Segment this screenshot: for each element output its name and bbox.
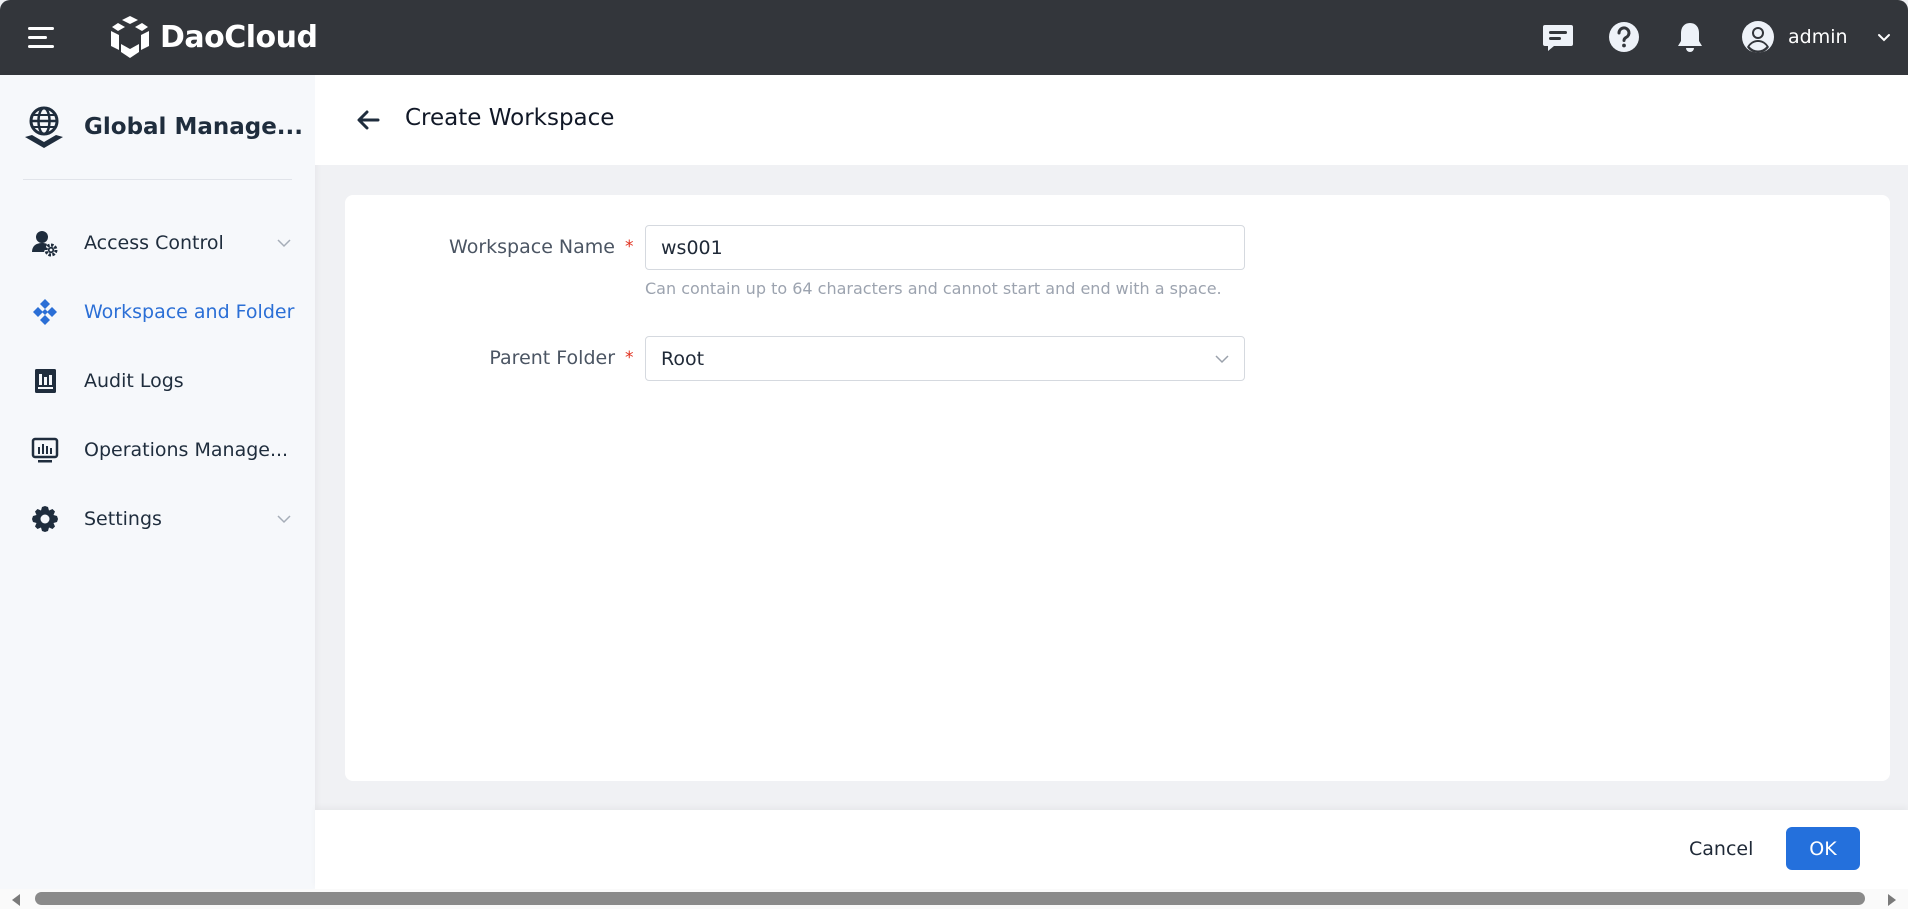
scroll-left-arrow-icon[interactable] xyxy=(12,894,20,906)
sidebar-item-label: Operations Manage... xyxy=(84,439,289,461)
gear-icon xyxy=(30,504,60,534)
daocloud-logo-icon xyxy=(111,16,149,58)
parent-folder-select[interactable]: Root xyxy=(645,336,1245,381)
form-footer: Cancel OK xyxy=(315,810,1908,889)
form-card: Workspace Name * Can contain up to 64 ch… xyxy=(345,195,1890,781)
sidebar-item-workspace-and-folder[interactable]: Workspace and Folder xyxy=(0,284,315,340)
operations-monitor-icon xyxy=(30,435,60,465)
ok-button[interactable]: OK xyxy=(1786,827,1860,870)
sidebar-item-label: Audit Logs xyxy=(84,370,184,392)
workspace-name-hint: Can contain up to 64 characters and cann… xyxy=(645,279,1222,298)
sidebar-item-settings[interactable]: Settings xyxy=(0,491,315,547)
message-icon[interactable] xyxy=(1540,19,1576,55)
parent-folder-value: Root xyxy=(661,347,705,370)
user-menu[interactable]: admin xyxy=(1740,19,1892,55)
workspace-name-row: Workspace Name * xyxy=(345,225,1345,270)
brand-name: DaoCloud xyxy=(160,19,318,55)
required-mark: * xyxy=(625,237,634,257)
workspace-icon xyxy=(30,297,60,327)
user-gear-icon xyxy=(30,228,60,258)
sidebar-item-access-control[interactable]: Access Control xyxy=(0,215,315,271)
top-navbar: DaoCloud admin xyxy=(0,0,1908,75)
username: admin xyxy=(1788,26,1848,48)
sidebar-module-title: Global Manage... xyxy=(24,105,303,149)
sidebar-item-operations-management[interactable]: Operations Manage... xyxy=(0,422,315,478)
help-icon[interactable] xyxy=(1606,19,1642,55)
menu-icon[interactable] xyxy=(28,27,56,49)
parent-folder-label: Parent Folder xyxy=(489,347,615,369)
scroll-right-arrow-icon[interactable] xyxy=(1888,894,1896,906)
back-arrow-icon[interactable] xyxy=(353,107,383,133)
required-mark: * xyxy=(625,348,634,368)
sidebar-title: Global Manage... xyxy=(84,114,304,140)
cancel-button[interactable]: Cancel xyxy=(1679,827,1763,870)
brand-logo[interactable]: DaoCloud xyxy=(108,14,318,60)
horizontal-scrollbar[interactable] xyxy=(0,889,1908,909)
scrollbar-thumb[interactable] xyxy=(35,892,1865,905)
audit-log-icon xyxy=(30,366,60,396)
workspace-name-label: Workspace Name xyxy=(449,236,615,258)
sidebar-item-label: Access Control xyxy=(84,232,224,254)
bell-icon[interactable] xyxy=(1672,19,1708,55)
page-title: Create Workspace xyxy=(405,105,615,131)
user-avatar-icon xyxy=(1742,21,1774,54)
workspace-name-input[interactable] xyxy=(645,225,1245,270)
sidebar-divider xyxy=(23,179,292,180)
sidebar: Global Manage... Access Control Workspac… xyxy=(0,75,315,889)
chevron-down-icon xyxy=(277,239,291,248)
sidebar-item-label: Settings xyxy=(84,508,162,530)
globe-icon xyxy=(25,106,63,148)
sidebar-item-audit-logs[interactable]: Audit Logs xyxy=(0,353,315,409)
chevron-down-icon xyxy=(1215,355,1229,364)
chevron-down-icon xyxy=(277,515,291,524)
chevron-down-icon xyxy=(1877,34,1890,42)
sidebar-item-label: Workspace and Folder xyxy=(84,301,295,323)
parent-folder-row: Parent Folder * Root xyxy=(345,336,1345,381)
page-header: Create Workspace xyxy=(315,75,1908,165)
